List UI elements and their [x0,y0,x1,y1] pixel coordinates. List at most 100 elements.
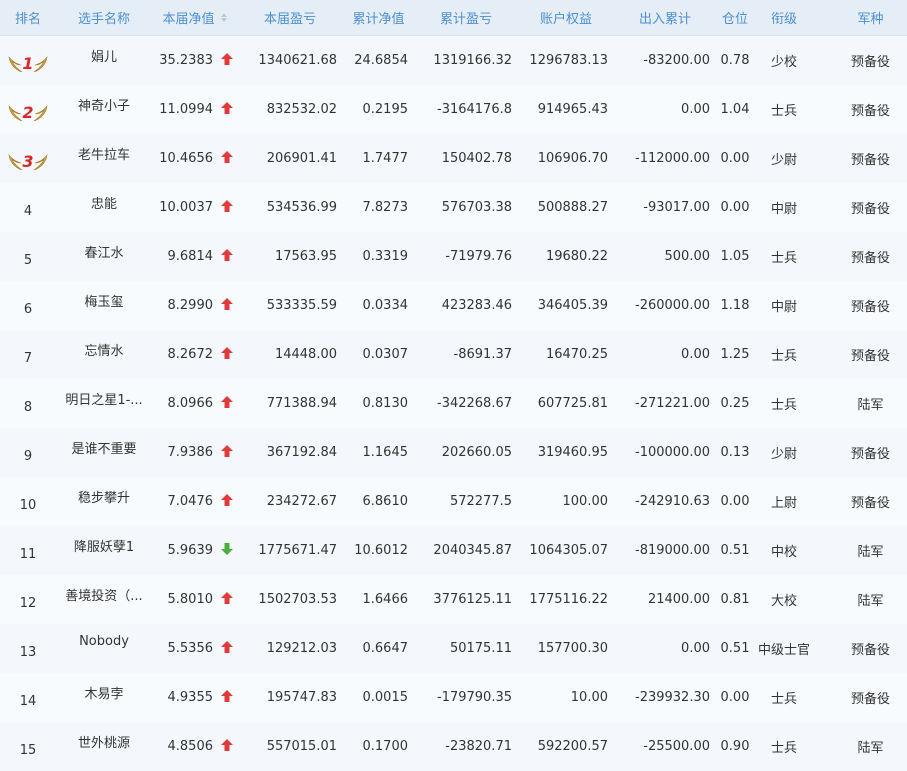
cell-cum-profit: 572277.5 [449,494,512,509]
cell-name[interactable]: 娟儿 [56,36,152,85]
table-row[interactable]: 12 善境投资（... 5.8010 1502703.53 1.6466 377… [0,575,907,624]
arrow-up-icon [221,52,233,69]
table-row[interactable]: 5 春江水 9.6814 17563.95 0.3319 -71979.76 1… [0,232,907,281]
cell-name[interactable]: 稳步攀升 [56,477,152,526]
cell-name[interactable]: 明日之星1-... [56,379,152,428]
cell-title: 士兵 [770,398,797,413]
cell-inout: -239932.30 [635,690,710,705]
cell-title: 上尉 [770,496,797,511]
cell-position: 0.51 [720,641,750,656]
sort-icon[interactable] [220,13,227,22]
cell-inout: 0.00 [681,641,710,656]
header-inout[interactable]: 出入累计 [614,0,716,35]
cell-name[interactable]: 是谁不重要 [56,428,152,477]
header-profit[interactable]: 本届盈亏 [237,0,343,35]
cell-equity: 16470.25 [545,347,608,362]
cell-position: 0.90 [720,739,750,754]
cell-name[interactable]: 世外桃源 [56,722,152,771]
header-cum-profit[interactable]: 累计盈亏 [414,0,518,35]
table-row[interactable]: 10 稳步攀升 7.0476 234272.67 6.8610 572277.5… [0,477,907,526]
cell-branch: 预备役 [850,643,890,658]
table-row[interactable]: 2 神奇小子 11.0994 832532.02 0.2195 -3164176… [0,85,907,134]
cell-name[interactable]: 梅玉玺 [56,281,152,330]
cell-cum-profit: -3164176.8 [437,102,512,117]
cell-equity: 914965.43 [537,102,608,117]
cell-position: 1.04 [720,102,750,117]
cell-name[interactable]: 忠能 [56,183,152,232]
cell-equity: 346405.39 [537,298,608,313]
cell-name[interactable]: 善境投资（... [56,575,152,624]
table-row[interactable]: 11 降服妖孽1 5.9639 1775671.47 10.6012 20403… [0,526,907,575]
table-row[interactable]: 6 梅玉玺 8.2990 533335.59 0.0334 423283.46 … [0,281,907,330]
cell-cum-nav: 10.6012 [354,543,408,558]
table-row[interactable]: 4 忠能 10.0037 534536.99 7.8273 576703.38 … [0,183,907,232]
table-row[interactable]: 7 忘情水 8.2672 14448.00 0.0307 -8691.37 16… [0,330,907,379]
cell-profit: 533335.59 [266,298,337,313]
header-nav[interactable]: 本届净值 [152,0,237,35]
arrow-up-icon [221,444,233,461]
arrow-up-icon [221,738,233,755]
table-row[interactable]: 8 明日之星1-... 8.0966 771388.94 0.8130 -342… [0,379,907,428]
cell-equity: 1296783.13 [529,53,608,68]
header-equity[interactable]: 账户权益 [518,0,614,35]
rank-medal-icon: 3 [8,152,48,172]
header-branch[interactable]: 军种 [814,0,907,35]
cell-profit: 234272.67 [266,494,337,509]
cell-name[interactable]: 老牛拉车 [56,134,152,183]
cell-name[interactable]: 神奇小子 [56,85,152,134]
cell-nav: 8.2672 [152,330,237,379]
cell-rank: 8 [0,379,56,428]
cell-title: 士兵 [770,741,797,756]
table-row[interactable]: 13 Nobody 5.5356 129212.03 0.6647 50175.… [0,624,907,673]
cell-name[interactable]: 春江水 [56,232,152,281]
nav-value: 4.8506 [167,739,214,754]
header-title[interactable]: 衔级 [754,0,814,35]
table-header: 排名 选手名称 本届净值 本届盈亏 累计净值 累计盈亏 账户权益 出入累计 仓位… [0,0,907,36]
cell-position: 0.51 [720,543,750,558]
cell-equity: 319460.95 [537,445,608,460]
cell-title: 中级士官 [757,643,810,658]
cell-profit: 17563.95 [274,249,337,264]
table-row[interactable]: 1 娟儿 35.2383 1340621.68 24.6854 1319166.… [0,36,907,85]
cell-equity: 157700.30 [537,641,608,656]
cell-rank: 6 [0,281,56,330]
cell-equity: 592200.57 [537,739,608,754]
table-row[interactable]: 14 木易孛 4.9355 195747.83 0.0015 -179790.3… [0,673,907,722]
cell-profit: 195747.83 [266,690,337,705]
cell-name[interactable]: 忘情水 [56,330,152,379]
arrow-up-icon [221,346,233,363]
cell-rank: 14 [0,673,56,722]
cell-equity: 10.00 [570,690,608,705]
rank-number: 13 [19,645,37,660]
nav-value: 10.4656 [159,151,213,166]
rank-number: 1 [22,54,34,73]
cell-equity: 1775116.22 [529,592,608,607]
cell-cum-profit: -179790.35 [437,690,512,705]
arrow-up-icon [221,297,233,314]
header-name[interactable]: 选手名称 [56,0,152,35]
cell-rank: 15 [0,722,56,771]
cell-name[interactable]: Nobody [56,624,152,673]
cell-branch: 陆军 [857,741,884,756]
cell-rank: 2 [0,85,56,134]
cell-name[interactable]: 木易孛 [56,673,152,722]
rank-number: 3 [22,152,34,171]
cell-cum-profit: -342268.67 [437,396,512,411]
table-row[interactable]: 9 是谁不重要 7.9386 367192.84 1.1645 202660.0… [0,428,907,477]
header-rank[interactable]: 排名 [0,0,56,35]
cell-rank: 10 [0,477,56,526]
cell-inout: 0.00 [681,347,710,362]
header-position[interactable]: 仓位 [716,0,754,35]
cell-equity: 1064305.07 [529,543,608,558]
table-row[interactable]: 15 世外桃源 4.8506 557015.01 0.1700 -23820.7… [0,722,907,771]
cell-cum-nav: 0.2195 [362,102,409,117]
table-row[interactable]: 3 老牛拉车 10.4656 206901.41 1.7477 150402.7… [0,134,907,183]
cell-inout: -260000.00 [635,298,710,313]
header-cum-nav[interactable]: 累计净值 [343,0,414,35]
cell-rank: 12 [0,575,56,624]
nav-value: 8.2672 [167,347,214,362]
cell-inout: 0.00 [681,102,710,117]
cell-name[interactable]: 降服妖孽1 [56,526,152,575]
cell-nav: 5.9639 [152,526,237,575]
cell-rank: 7 [0,330,56,379]
